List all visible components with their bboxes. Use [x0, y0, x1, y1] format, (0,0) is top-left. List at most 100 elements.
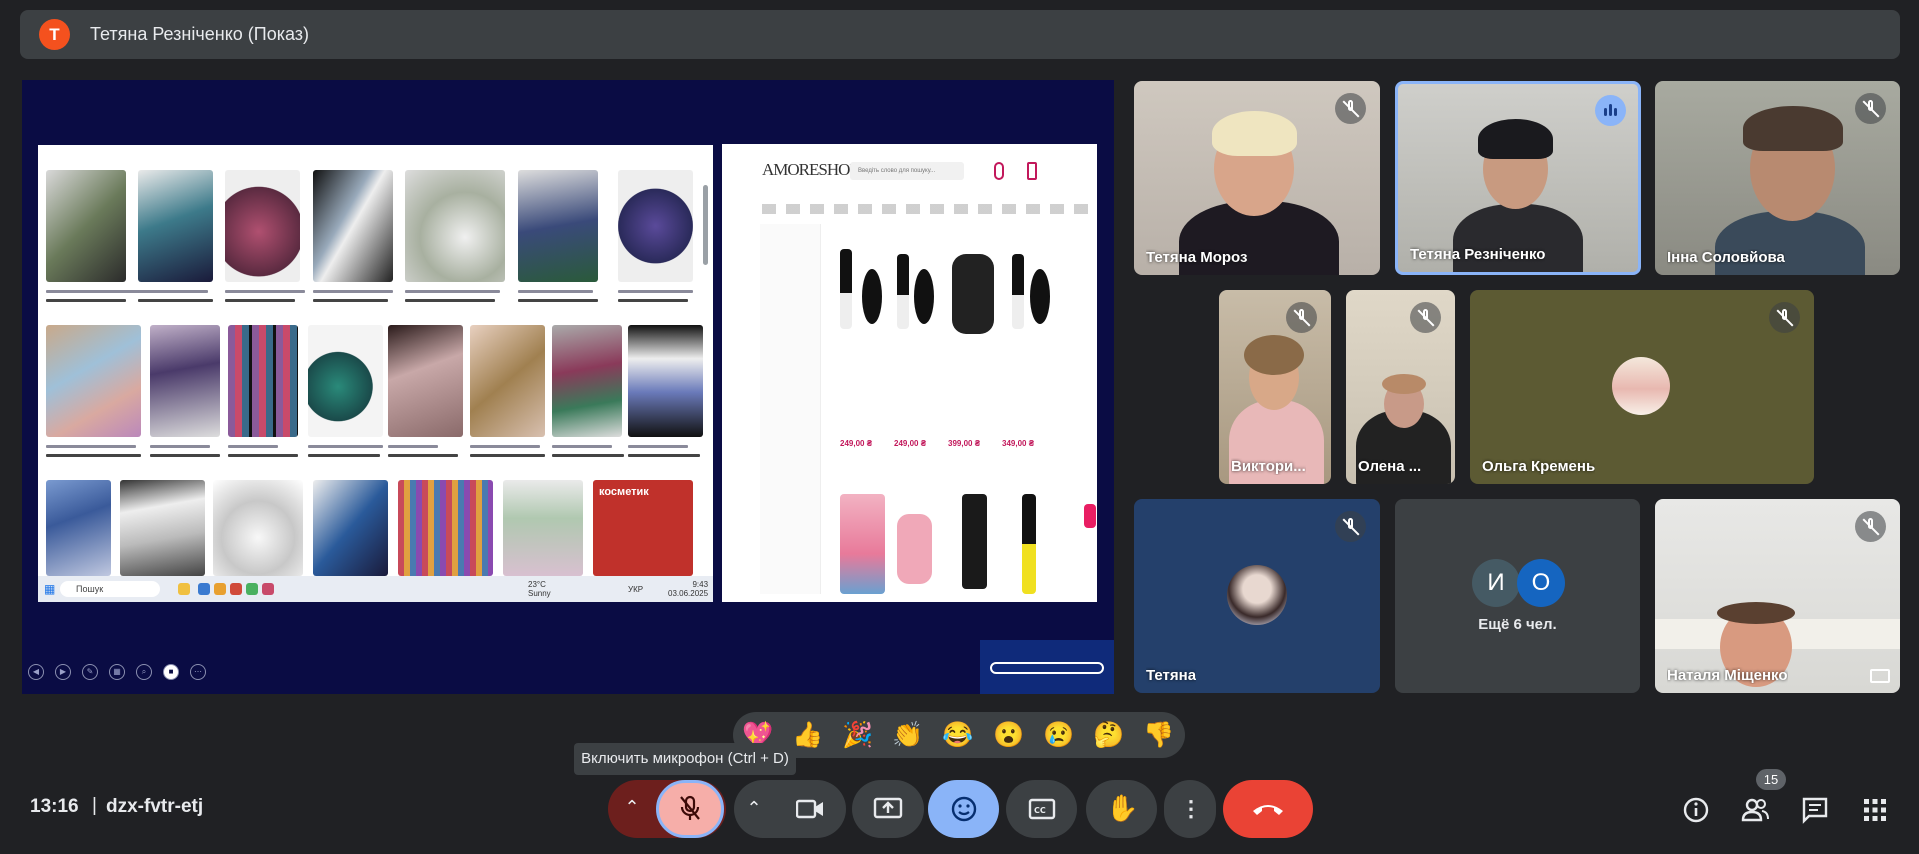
product-image	[840, 249, 852, 329]
leave-call-button[interactable]	[1223, 780, 1313, 838]
app-icon	[230, 583, 242, 595]
avatar	[1612, 357, 1670, 415]
captions-icon: CC	[1028, 798, 1056, 820]
participant-tile[interactable]: Тетяна	[1134, 499, 1380, 693]
participant-tile[interactable]: Наталя Міщенко	[1655, 499, 1900, 693]
meeting-clock: 13:16	[30, 796, 79, 817]
more-vert-icon: ⋮	[1180, 796, 1202, 821]
product-thumb	[405, 170, 505, 282]
product-tag	[1084, 504, 1096, 528]
windows-taskbar: ▦ Пошук 23°C Sunny УКР 9:43 03.06.2025	[38, 576, 713, 602]
participant-tile[interactable]: Тетяна Резніченко	[1395, 81, 1641, 275]
product-thumb	[388, 325, 463, 437]
zoom-icon[interactable]: ⌕	[136, 664, 152, 680]
people-count-badge: 15	[1756, 769, 1786, 790]
presenter-bar: T Тетяна Резніченко (Показ)	[20, 10, 1900, 59]
pen-icon[interactable]: ✎	[82, 664, 98, 680]
scrollbar[interactable]	[703, 185, 708, 265]
participant-name: Виктори...	[1231, 458, 1306, 475]
taskbar-search: Пошук	[60, 581, 160, 597]
participant-name: Інна Соловйова	[1667, 249, 1785, 266]
product-image	[952, 254, 994, 334]
product-image	[840, 494, 885, 594]
product-price: 249,00 ₴	[894, 439, 927, 448]
mic-toggle-button[interactable]	[656, 780, 724, 838]
lang-indicator: УКР	[628, 585, 644, 594]
thinking-reaction[interactable]: 🤔	[1091, 719, 1127, 751]
meeting-code[interactable]: dzx-fvtr-etj	[106, 796, 203, 818]
mic-off-icon	[1855, 93, 1886, 124]
product-thumb	[628, 325, 703, 437]
cry-reaction[interactable]: 😢	[1041, 719, 1077, 751]
hand-icon: ✋	[1106, 793, 1139, 823]
more-options-button[interactable]: ⋮	[1164, 780, 1216, 838]
people-icon[interactable]	[1740, 795, 1770, 825]
captions-button[interactable]: CC	[1006, 780, 1077, 838]
taskbar-clock: 9:43 03.06.2025	[668, 580, 708, 598]
camera-icon[interactable]: ■	[163, 664, 179, 680]
camera-icon[interactable]	[796, 799, 824, 819]
product-thumb	[518, 170, 598, 282]
account-icon	[994, 162, 1004, 180]
product-image	[897, 254, 909, 329]
emoji-icon	[951, 796, 977, 822]
banner-text: косметик	[599, 486, 649, 498]
product-image	[1022, 494, 1036, 594]
shop-filters	[760, 224, 821, 594]
participant-tile[interactable]: Олена ...	[1346, 290, 1455, 484]
info-icon[interactable]	[1681, 795, 1711, 825]
product-thumb	[470, 325, 545, 437]
participant-name: Олена ...	[1358, 458, 1422, 475]
participant-tile[interactable]: Виктори...	[1219, 290, 1331, 484]
weather-widget: 23°C Sunny	[528, 580, 551, 598]
party-reaction[interactable]: 🎉	[840, 719, 876, 751]
reactions-bar: 💖 👍 🎉 👏 😂 😮 😢 🤔 👎	[733, 712, 1185, 758]
avatar: И	[1472, 559, 1520, 607]
product-thumb	[313, 480, 388, 576]
activities-icon[interactable]	[1860, 795, 1890, 825]
mic-off-icon	[680, 795, 700, 820]
participant-tile[interactable]: Ольга Кремень	[1470, 290, 1814, 484]
mic-off-icon	[1286, 302, 1317, 333]
raise-hand-button[interactable]: ✋	[1086, 780, 1157, 838]
shop-logo: AMORESHOP	[762, 160, 859, 179]
picture-in-picture-icon[interactable]	[1870, 669, 1890, 683]
product-thumb	[46, 170, 126, 282]
product-thumb	[150, 325, 220, 437]
mic-off-icon	[1335, 511, 1366, 542]
clap-reaction[interactable]: 👏	[890, 719, 926, 751]
mic-off-icon	[1769, 302, 1800, 333]
speaking-icon	[1595, 95, 1626, 126]
app-icon	[178, 583, 190, 595]
mic-off-icon	[1335, 93, 1366, 124]
chevron-up-icon[interactable]: ⌃	[622, 797, 642, 817]
reactions-button[interactable]	[928, 780, 999, 838]
thumbs-down-reaction[interactable]: 👎	[1141, 719, 1177, 751]
product-thumb: косметик	[593, 480, 693, 576]
surprise-reaction[interactable]: 😮	[991, 719, 1027, 751]
chevron-up-icon[interactable]: ⌃	[744, 798, 764, 818]
taskbar-date: 03.06.2025	[668, 589, 709, 598]
laugh-reaction[interactable]: 😂	[940, 719, 976, 751]
more-icon[interactable]: ⋯	[190, 664, 206, 680]
present-button[interactable]	[852, 780, 924, 838]
app-icon	[198, 583, 210, 595]
product-thumb	[138, 170, 213, 282]
next-icon[interactable]: ▶	[55, 664, 71, 680]
slide-image-grid: косметик ▦ Пошук 23°C Sunny УКР 9:43 03.…	[38, 145, 713, 602]
presenter-title: Тетяна Резніченко (Показ)	[90, 24, 310, 44]
product-thumb	[213, 480, 303, 576]
prev-icon[interactable]: ◀	[28, 664, 44, 680]
app-icon	[262, 583, 274, 595]
participant-tile[interactable]: Інна Соловйова	[1655, 81, 1900, 275]
product-thumb	[46, 480, 111, 576]
participant-tile[interactable]: Тетяна Мороз	[1134, 81, 1380, 275]
product-image	[897, 514, 932, 584]
product-thumb	[228, 325, 298, 437]
product-thumb	[618, 170, 693, 282]
chat-icon[interactable]	[1800, 795, 1830, 825]
slides-icon[interactable]: ▦	[109, 664, 125, 680]
others-tile[interactable]: И О Ещё 6 чел.	[1395, 499, 1640, 693]
avatar: О	[1517, 559, 1565, 607]
shared-screen[interactable]: косметик ▦ Пошук 23°C Sunny УКР 9:43 03.…	[22, 80, 1114, 694]
